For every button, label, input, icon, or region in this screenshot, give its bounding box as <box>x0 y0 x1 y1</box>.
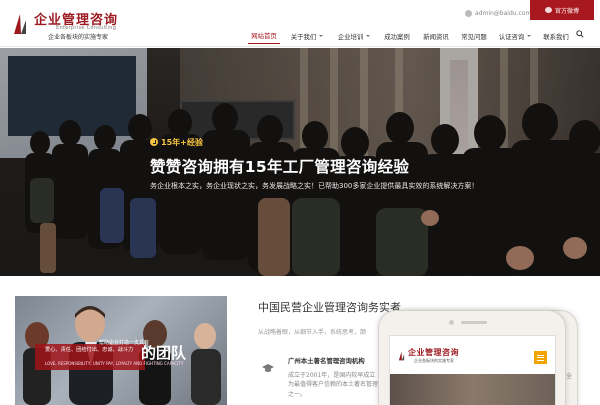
nav-item-cases[interactable]: 成功案例 <box>381 28 413 44</box>
experience-badge: 15年+经验 <box>150 136 203 148</box>
topbar-email[interactable]: admin@baidu.com <box>465 7 531 19</box>
phone-screen: 企业管理咨询 企业各板块的实施专家 <box>389 335 556 405</box>
email-address: admin@baidu.com <box>475 9 532 17</box>
team-big-word: 的团队 <box>141 344 187 362</box>
nav-label: 网站首页 <box>251 32 277 40</box>
search-icon[interactable] <box>576 30 584 38</box>
nav-item-certification[interactable]: 认证咨询 <box>496 28 534 44</box>
experience-badge-label: 15年+经验 <box>161 137 203 147</box>
phone-hero-image <box>390 374 555 405</box>
nav-item-contact[interactable]: 联系我们 <box>540 28 572 44</box>
chevron-down-icon <box>527 35 532 37</box>
phone-mockup: 企业管理咨询 企业各板块的实施专家 <box>378 310 566 405</box>
logo-mark-icon <box>398 351 405 361</box>
nav-label: 企业培训 <box>337 32 364 41</box>
nav-item-news[interactable]: 新闻资讯 <box>420 28 452 44</box>
phone-logo-subtitle: 企业各板块的实施专家 <box>414 358 454 363</box>
hero-title: 赞赞咨询拥有15年工厂管理咨询经验 <box>150 158 410 176</box>
nav-label: 成功案例 <box>384 32 410 41</box>
official-weibo-button[interactable]: 官方微博 <box>530 0 594 20</box>
chevron-down-icon <box>319 35 324 37</box>
phone-camera <box>449 320 454 325</box>
nav-label: 常见问题 <box>461 32 487 41</box>
main-nav: 网站首页 关于我们 企业培训 成功案例 新闻资讯 常见问题 认证咨询 联系我们 <box>0 28 600 44</box>
site-header: 企业管理咨询 Enterprise Consulting 企业各板块的实施专家 … <box>0 0 600 405</box>
section-title: 中国民营企业管理咨询务实者 <box>258 301 401 314</box>
nav-label: 联系我们 <box>543 32 569 41</box>
phone-speaker <box>461 321 487 324</box>
phone-logo-title: 企业管理咨询 <box>408 347 459 357</box>
page: 企业管理咨询 Enterprise Consulting 企业各板块的实施专家 … <box>0 0 600 405</box>
nav-item-faq[interactable]: 常见问题 <box>458 28 490 44</box>
team-slogan: 爱心、责任、团结付出、忠诚、战斗力 <box>45 347 134 353</box>
weibo-icon <box>544 7 552 13</box>
nav-label: 认证咨询 <box>498 32 525 41</box>
nav-item-training[interactable]: 企业培训 <box>336 28 372 44</box>
nav-label: 新闻资讯 <box>423 32 449 41</box>
nav-label: 关于我们 <box>290 32 317 41</box>
check-circle-icon <box>150 138 158 146</box>
section-subhead: 广州本土著名管理咨询机构 <box>288 357 365 365</box>
nav-item-about[interactable]: 关于我们 <box>289 28 325 44</box>
official-button-label: 官方微博 <box>554 7 579 15</box>
team-image[interactable]: 帮助企业打造一支具有 爱心、责任、团结付出、忠诚、战斗力 LOVE, RESPO… <box>15 296 227 405</box>
hero-subtitle: 务企业根本之实，务企业现状之实，务发展战略之实！已帮助300多家企业提供最具实效… <box>150 182 479 190</box>
mail-icon <box>465 9 472 17</box>
section-line: 从战略着眼，从细节入手，系统思考，颠 <box>258 329 367 336</box>
chevron-down-icon <box>366 35 371 37</box>
hero-banner[interactable]: 15年+经验 赞赞咨询拥有15年工厂管理咨询经验 务企业根本之实，务企业现状之实… <box>0 48 600 276</box>
nav-item-home[interactable]: 网站首页 <box>248 28 280 44</box>
graduation-cap-icon <box>262 364 274 372</box>
hamburger-menu-icon[interactable] <box>534 351 547 364</box>
